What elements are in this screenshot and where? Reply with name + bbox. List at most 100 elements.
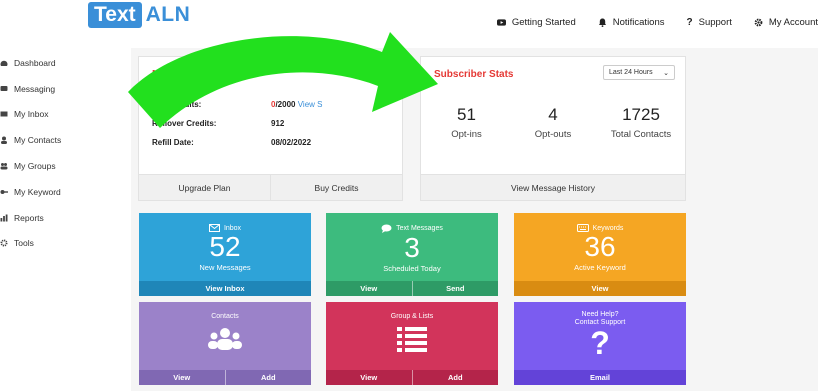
key-icon: [0, 189, 8, 194]
sidebar-item-reports[interactable]: Reports: [0, 205, 120, 231]
sidebar-item-inbox[interactable]: My Inbox: [0, 102, 120, 128]
sidebar-item-label: Messaging: [14, 83, 56, 94]
upgrade-plan-button[interactable]: Upgrade Plan: [139, 175, 270, 200]
groups-tile[interactable]: Group & Lists View Add: [326, 302, 498, 385]
getting-started-link[interactable]: Getting Started: [496, 17, 576, 28]
app-logo[interactable]: Text ALN: [88, 2, 190, 28]
add-group-button[interactable]: Add: [411, 370, 499, 385]
sidebar-item-tools[interactable]: Tools: [0, 231, 120, 257]
help-tile-title: Need Help?: [581, 311, 619, 318]
question-mark-icon: ?: [590, 325, 610, 361]
getting-started-label: Getting Started: [511, 17, 576, 28]
refill-date-value: 08/02/2022: [271, 138, 312, 147]
my-account-link[interactable]: My Account: [754, 17, 818, 28]
opt-ins-stat: 51 Opt-ins: [439, 105, 494, 140]
support-link[interactable]: ? Support: [687, 17, 732, 28]
plan-credits-value: 0/2000 View S: [271, 100, 322, 109]
scheduled-sub: Scheduled Today: [383, 264, 441, 273]
time-range-select[interactable]: Last 24 Hours ⌄: [603, 65, 675, 80]
rollover-credits-value: 912: [271, 119, 285, 128]
sidebar-item-label: Tools: [14, 238, 34, 249]
help-tile[interactable]: Need Help? Contact Support ? Email: [514, 302, 686, 385]
total-contacts-stat: 1725 Total Contacts: [599, 105, 683, 140]
total-contacts-value: 1725: [622, 105, 660, 124]
groups-tile-title: Group & Lists: [390, 313, 434, 320]
notifications-link[interactable]: Notifications: [598, 17, 665, 28]
my-account-label: My Account: [768, 17, 818, 28]
view-inbox-button[interactable]: View Inbox: [139, 281, 311, 296]
view-messages-button[interactable]: View: [326, 281, 412, 296]
help-tile-footer: Email: [514, 370, 686, 385]
plan-credits-total: /2000: [275, 100, 296, 109]
inbox-tile[interactable]: Inbox 52 New Messages View Inbox: [139, 213, 311, 296]
view-groups-button[interactable]: View: [326, 370, 412, 385]
opt-outs-label: Opt-outs: [534, 129, 572, 140]
opt-ins-value: 51: [457, 105, 476, 124]
support-label: Support: [698, 17, 732, 28]
add-contact-button[interactable]: Add: [224, 370, 312, 385]
message-icon: [0, 85, 8, 91]
youtube-icon: [496, 19, 506, 26]
plan-footer: Upgrade Plan Buy Credits: [139, 174, 402, 200]
inbox-tile-footer: View Inbox: [139, 281, 311, 296]
time-range-value: Last 24 Hours: [609, 69, 653, 76]
tools-icon: [0, 239, 8, 247]
gear-icon: [754, 18, 763, 27]
buy-credits-button[interactable]: Buy Credits: [270, 175, 402, 200]
keywords-tile[interactable]: Keywords 36 Active Keyword View: [514, 213, 686, 296]
inbox-icon: [0, 111, 8, 117]
keywords-tile-footer: View: [514, 281, 686, 296]
sidebar-item-groups[interactable]: My Groups: [0, 153, 120, 179]
sidebar-item-label: My Contacts: [14, 135, 62, 146]
opt-outs-stat: 4 Opt-outs: [523, 105, 583, 140]
send-message-button[interactable]: Send: [411, 281, 499, 296]
subscriber-stats-panel: Subscriber Stats Last 24 Hours ⌄ 51 Opt-…: [420, 56, 686, 201]
text-messages-tile[interactable]: Text Messages 3 Scheduled Today View Sen…: [326, 213, 498, 296]
keywords-count: 36: [584, 231, 616, 262]
notifications-label: Notifications: [612, 17, 665, 28]
sidebar-item-label: Dashboard: [14, 57, 56, 68]
plan-title-start: M: [152, 69, 161, 80]
text-messages-tile-footer: View Send: [326, 281, 498, 296]
keywords-sub: Active Keyword: [574, 263, 626, 272]
inbox-sub: New Messages: [199, 263, 251, 272]
total-contacts-label: Total Contacts: [610, 129, 672, 140]
dashboard-icon: [0, 60, 8, 66]
chevron-down-icon: ⌄: [663, 69, 669, 77]
text-messages-tile-title: Text Messages: [396, 225, 443, 232]
bell-icon: [598, 18, 606, 27]
plan-title-end: 0/monthly: [200, 69, 248, 80]
inbox-count: 52: [209, 231, 241, 262]
sidebar-item-label: My Inbox: [14, 109, 49, 120]
dashboard-main: M 0/monthly Plan Credits: 0/2000 View S R…: [131, 48, 818, 391]
opt-outs-value: 4: [548, 105, 558, 124]
view-message-history-button[interactable]: View Message History: [421, 175, 685, 200]
contacts-tile-footer: View Add: [139, 370, 311, 385]
users-group-icon: [208, 328, 242, 350]
email-support-button[interactable]: Email: [514, 370, 686, 385]
sidebar-item-keyword[interactable]: My Keyword: [0, 179, 120, 205]
chat-icon: [381, 224, 392, 233]
list-icon: [397, 327, 427, 352]
stats-footer: View Message History: [421, 174, 685, 200]
logo-box-text: Text: [88, 2, 142, 28]
sidebar-item-contacts[interactable]: My Contacts: [0, 127, 120, 153]
subscriber-stats-title: Subscriber Stats: [434, 69, 514, 80]
sidebar-item-messaging[interactable]: Messaging: [0, 76, 120, 102]
view-credits-link[interactable]: View S: [298, 100, 323, 109]
user-icon: [1, 136, 7, 145]
sidebar-item-dashboard[interactable]: Dashboard: [0, 50, 120, 76]
opt-ins-label: Opt-ins: [451, 129, 482, 140]
contacts-tile-title: Contacts: [211, 313, 239, 320]
question-icon: ?: [686, 17, 693, 28]
plan-title: M 0/monthly: [152, 69, 248, 80]
rollover-credits-label: Rollover Credits:: [152, 119, 217, 128]
plan-credits-label: Plan Credits:: [152, 100, 202, 109]
contacts-tile[interactable]: Contacts View Add: [139, 302, 311, 385]
scheduled-count: 3: [404, 232, 420, 263]
sidebar: Dashboard Messaging My Inbox My Contacts…: [0, 50, 120, 256]
top-navigation: Getting Started Notifications ? Support …: [496, 17, 818, 28]
view-contacts-button[interactable]: View: [139, 370, 225, 385]
view-keywords-button[interactable]: View: [514, 281, 686, 296]
groups-tile-footer: View Add: [326, 370, 498, 385]
